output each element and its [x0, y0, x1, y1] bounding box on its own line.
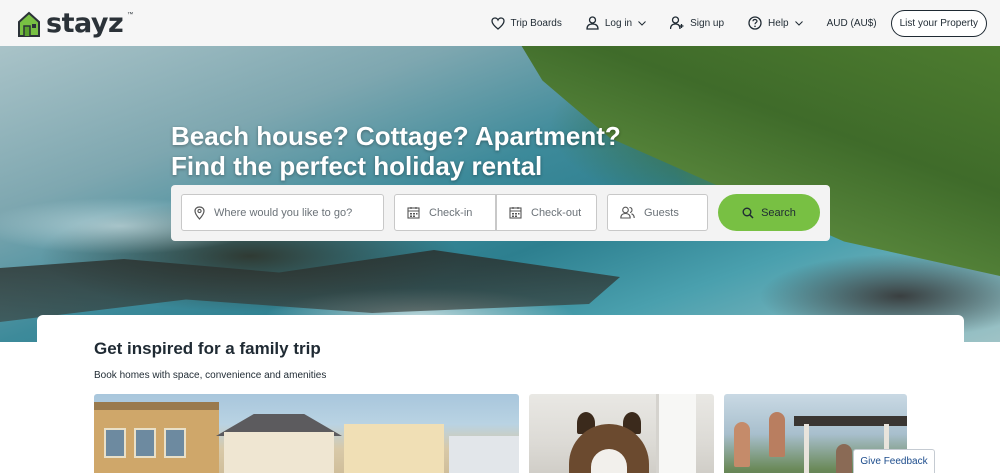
- logo-trademark: ™: [127, 12, 134, 18]
- house-logo-icon: [18, 11, 40, 37]
- photo-person: [734, 422, 750, 467]
- calendar-icon: [407, 207, 420, 219]
- nav-log-in-label: Log in: [604, 17, 633, 29]
- destination-placeholder: Where would you like to go?: [214, 206, 353, 219]
- hero-title-line1: Beach house? Cottage? Apartment?: [171, 121, 621, 151]
- guests-placeholder: Guests: [644, 206, 679, 219]
- logo-wordmark: stayz: [46, 8, 124, 39]
- calendar-icon: [509, 207, 522, 219]
- search-bar: Where would you like to go? Check-in Che…: [171, 185, 830, 241]
- hero-title-line2: Find the perfect holiday rental: [171, 151, 543, 181]
- photo-window: [104, 428, 126, 458]
- photo-window: [164, 428, 186, 458]
- main-nav: Trip Boards Log in Sign up Help AUD (AU$…: [467, 0, 987, 46]
- chevron-down-icon: [638, 20, 646, 26]
- check-in-input[interactable]: Check-in: [394, 194, 496, 231]
- currency-label: AUD (AU$): [826, 17, 877, 29]
- photo-door: [656, 394, 696, 473]
- photo-pergola: [794, 416, 907, 426]
- nav-log-in[interactable]: Log in: [586, 16, 646, 30]
- map-pin-icon: [194, 205, 205, 220]
- photo-house-middle: [224, 432, 334, 473]
- photo-person: [836, 444, 852, 473]
- users-icon: [620, 206, 635, 219]
- photo-post: [804, 424, 809, 473]
- hero-banner: Beach house? Cottage? Apartment? Find th…: [0, 46, 1000, 342]
- nav-help-label: Help: [768, 17, 789, 29]
- photo-house-far: [449, 436, 519, 473]
- top-header: stayz ™ Trip Boards Log in Sign up Help …: [0, 0, 1000, 46]
- nav-help[interactable]: Help: [748, 16, 803, 30]
- give-feedback-button[interactable]: Give Feedback: [853, 449, 935, 473]
- nav-trip-boards[interactable]: Trip Boards: [490, 16, 562, 30]
- nav-trip-boards-label: Trip Boards: [510, 17, 562, 29]
- guests-input[interactable]: Guests: [607, 194, 708, 231]
- hero-title: Beach house? Cottage? Apartment? Find th…: [171, 121, 691, 181]
- stayz-logo[interactable]: stayz ™: [16, 8, 133, 39]
- list-your-property-button[interactable]: List your Property: [890, 9, 987, 37]
- section-title: Get inspired for a family trip: [94, 339, 321, 358]
- photo-house-right: [344, 424, 444, 473]
- inspiration-section: Get inspired for a family trip Book home…: [37, 315, 964, 473]
- nav-sign-up[interactable]: Sign up: [670, 16, 724, 30]
- user-plus-icon: [670, 16, 684, 30]
- check-out-input[interactable]: Check-out: [496, 194, 597, 231]
- photo-window: [134, 428, 156, 458]
- search-button-label: Search: [761, 206, 796, 219]
- dog-at-doorway-photo[interactable]: [529, 394, 714, 473]
- search-icon: [742, 207, 754, 219]
- check-in-placeholder: Check-in: [429, 206, 473, 219]
- chevron-down-icon: [794, 20, 803, 26]
- nav-sign-up-label: Sign up: [690, 17, 725, 29]
- photo-house-left: [94, 402, 219, 473]
- section-subtitle: Book homes with space, convenience and a…: [94, 370, 327, 381]
- photo-person: [769, 412, 785, 457]
- nav-currency[interactable]: AUD (AU$): [827, 18, 877, 29]
- check-out-placeholder: Check-out: [531, 206, 582, 219]
- destination-input[interactable]: Where would you like to go?: [181, 194, 384, 231]
- user-icon: [586, 16, 599, 30]
- search-button[interactable]: Search: [718, 194, 820, 231]
- beach-houses-photo[interactable]: [94, 394, 519, 473]
- question-circle-icon: [748, 16, 762, 30]
- heart-icon: [490, 16, 505, 30]
